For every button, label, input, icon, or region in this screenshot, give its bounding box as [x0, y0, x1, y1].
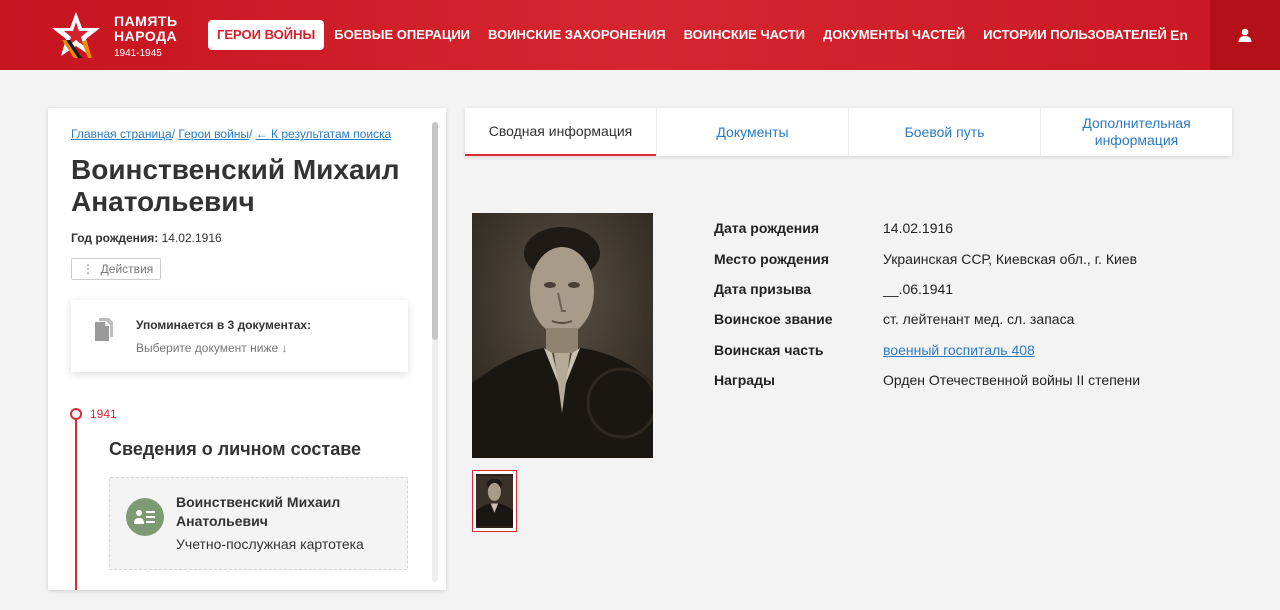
- breadcrumb-heroes[interactable]: Герои войны: [178, 127, 249, 141]
- tab-combat-path[interactable]: Боевой путь: [848, 108, 1040, 156]
- portrait-image: [472, 213, 653, 458]
- nav-units[interactable]: ВОИНСКИЕ ЧАСТИ: [684, 20, 805, 50]
- birth-year-value: 14.02.1916: [161, 231, 222, 245]
- personnel-card-icon: [126, 498, 164, 536]
- hero-name: Воинственский Михаил Анатольевич: [71, 154, 400, 217]
- info-value: Орден Отечественной войны II степени: [883, 372, 1141, 389]
- scrollbar-thumb[interactable]: [432, 122, 438, 340]
- site-header: ПАМЯТЬ НАРОДА 1941-1945 ГЕРОИ ВОЙНЫ БОЕВ…: [0, 0, 1280, 70]
- logo-years: 1941-1945: [114, 48, 162, 59]
- personnel-record-card[interactable]: Воинственский Михаил Анатольевич Учетно-…: [109, 477, 408, 570]
- info-value: Украинская ССР, Киевская обл., г. Киев: [883, 250, 1138, 267]
- hero-sidebar: Главная страница/ Герои войны/ ← К резул…: [48, 108, 446, 590]
- breadcrumb: Главная страница/ Герои войны/ ← К резул…: [71, 127, 391, 141]
- nav-user-stories[interactable]: ИСТОРИИ ПОЛЬЗОВАТЕЛЕЙ: [983, 20, 1167, 50]
- logo-title: ПАМЯТЬ НАРОДА: [114, 13, 178, 44]
- info-value: ст. лейтенант мед. сл. запаса: [883, 311, 1075, 328]
- info-row-conscription-date: Дата призыва __.06.1941: [714, 274, 1140, 304]
- site-logo[interactable]: ПАМЯТЬ НАРОДА 1941-1945: [48, 10, 188, 60]
- info-label: Дата рождения: [714, 220, 820, 237]
- language-switch[interactable]: En: [1170, 27, 1188, 43]
- user-icon: [1238, 28, 1252, 42]
- nav-operations[interactable]: БОЕВЫЕ ОПЕРАЦИИ: [334, 20, 470, 50]
- breadcrumb-home[interactable]: Главная страница: [71, 127, 172, 141]
- documents-icon: [95, 318, 113, 341]
- star-logo-icon: [52, 12, 100, 58]
- record-person-name: Воинственский Михаил Анатольевич: [176, 494, 341, 529]
- info-value: __.06.1941: [883, 280, 954, 297]
- record-type: Учетно-послужная картотека: [176, 536, 364, 552]
- hero-photo[interactable]: [472, 213, 653, 458]
- info-label: Воинское звание: [714, 311, 833, 328]
- documents-mention-card[interactable]: Упоминается в 3 документах: Выберите док…: [71, 300, 408, 372]
- main-nav: ГЕРОИ ВОЙНЫ БОЕВЫЕ ОПЕРАЦИИ ВОИНСКИЕ ЗАХ…: [208, 20, 1185, 50]
- timeline-dot-icon: [70, 408, 82, 420]
- photo-thumbnail[interactable]: [472, 470, 517, 532]
- back-to-results-link[interactable]: ← К результатам поиска: [256, 127, 392, 141]
- timeline-line: [75, 414, 77, 590]
- info-label: Дата призыва: [714, 280, 812, 297]
- military-unit-link[interactable]: военный госпиталь 408: [883, 342, 1035, 358]
- info-label: Место рождения: [714, 250, 829, 267]
- actions-button[interactable]: ⋮ Действия: [71, 258, 161, 280]
- tab-additional-info[interactable]: Дополнительная информация: [1040, 108, 1232, 156]
- timeline-year: 1941: [90, 407, 117, 421]
- info-row-rank: Воинское звание ст. лейтенант мед. сл. з…: [714, 304, 1140, 334]
- info-tabs: Сводная информация Документы Боевой путь…: [465, 108, 1232, 156]
- user-button[interactable]: [1210, 0, 1280, 70]
- kebab-icon: ⋮: [82, 262, 94, 276]
- info-label: Награды: [714, 372, 775, 389]
- tab-documents[interactable]: Документы: [656, 108, 848, 156]
- breadcrumb-separator: /: [249, 127, 256, 141]
- info-row-birth-place: Место рождения Украинская ССР, Киевская …: [714, 243, 1140, 273]
- nav-unit-documents[interactable]: ДОКУМЕНТЫ ЧАСТЕЙ: [823, 20, 965, 50]
- info-label: Воинская часть: [714, 341, 824, 358]
- documents-hint: Выберите документ ниже ↓: [136, 341, 288, 355]
- nav-heroes[interactable]: ГЕРОИ ВОЙНЫ: [208, 20, 325, 50]
- sidebar-scrollbar[interactable]: [432, 122, 438, 582]
- nav-burials[interactable]: ВОИНСКИЕ ЗАХОРОНЕНИЯ: [488, 20, 666, 50]
- info-row-birth-date: Дата рождения 14.02.1916: [714, 213, 1140, 243]
- hero-info-table: Дата рождения 14.02.1916 Место рождения …: [714, 213, 1140, 395]
- documents-count-title: Упоминается в 3 документах:: [136, 318, 312, 332]
- info-value: 14.02.1916: [883, 220, 954, 237]
- info-row-awards: Награды Орден Отечественной войны II сте…: [714, 365, 1140, 395]
- thumbnail-image: [476, 474, 513, 528]
- tab-summary[interactable]: Сводная информация: [465, 108, 656, 156]
- actions-label: Действия: [100, 262, 154, 276]
- birth-year-label: Год рождения:: [71, 231, 159, 245]
- birth-year: Год рождения: 14.02.1916: [71, 231, 222, 245]
- info-row-unit: Воинская часть военный госпиталь 408: [714, 335, 1140, 365]
- section-title: Сведения о личном составе: [109, 439, 362, 459]
